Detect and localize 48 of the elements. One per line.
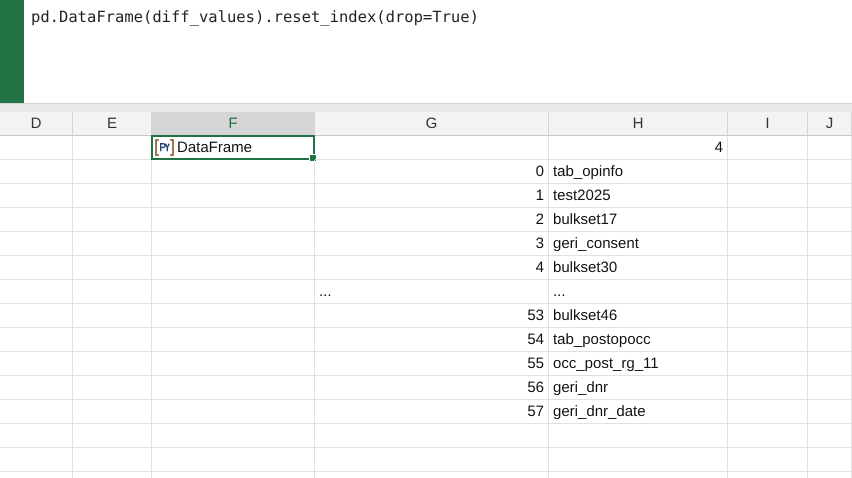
table-cell: [808, 376, 852, 400]
table-cell: geri_dnr_date: [549, 400, 728, 424]
column-header[interactable]: D: [0, 112, 73, 136]
table-cell: 56: [315, 376, 549, 400]
table-cell: [808, 424, 852, 448]
table-cell: [808, 352, 852, 376]
table-cell: bulkset46: [549, 304, 728, 328]
table-cell: 54: [315, 328, 549, 352]
table-cell: [808, 160, 852, 184]
table-cell: [808, 304, 852, 328]
column-header[interactable]: F: [152, 112, 315, 137]
cell-text: DataFrame: [177, 139, 252, 156]
table-cell: [808, 232, 852, 256]
table-cell: bulkset17: [549, 208, 728, 232]
table-cell: ...: [549, 280, 728, 304]
table-cell: [808, 280, 852, 304]
table-cell: [808, 208, 852, 232]
table-cell: tab_postopocc: [549, 328, 728, 352]
column-header[interactable]: H: [549, 112, 728, 136]
table-cell: occ_post_rg_11: [549, 352, 728, 376]
fill-handle[interactable]: [309, 154, 317, 162]
table-cell: 2: [315, 208, 549, 232]
column-header[interactable]: I: [728, 112, 808, 136]
table-cell: [808, 256, 852, 280]
table-cell: geri_dnr: [549, 376, 728, 400]
active-cell[interactable]: DataFrame: [151, 135, 315, 160]
table-cell: ...: [315, 280, 549, 304]
table-cell: 3: [315, 232, 549, 256]
table-cell: 4: [315, 256, 549, 280]
table-cell: 1: [315, 184, 549, 208]
table-cell: test2025: [549, 184, 728, 208]
python-icon: [155, 139, 174, 156]
table-cell: tab_opinfo: [549, 160, 728, 184]
table-cell: 4: [549, 136, 728, 160]
table-cell: [808, 136, 852, 160]
table-cell: 53: [315, 304, 549, 328]
table-cell: [808, 400, 852, 424]
table-cell: 57: [315, 400, 549, 424]
table-cell: [808, 328, 852, 352]
column-header[interactable]: J: [808, 112, 852, 136]
table-cell: bulkset30: [549, 256, 728, 280]
table-cell: 55: [315, 352, 549, 376]
table-cell: 0: [315, 160, 549, 184]
column-header[interactable]: G: [315, 112, 549, 136]
table-cell: [808, 184, 852, 208]
table-cell: geri_consent: [549, 232, 728, 256]
formula-text[interactable]: pd.DataFrame(diff_values).reset_index(drop=True): [31, 6, 479, 28]
column-header[interactable]: E: [73, 112, 152, 136]
